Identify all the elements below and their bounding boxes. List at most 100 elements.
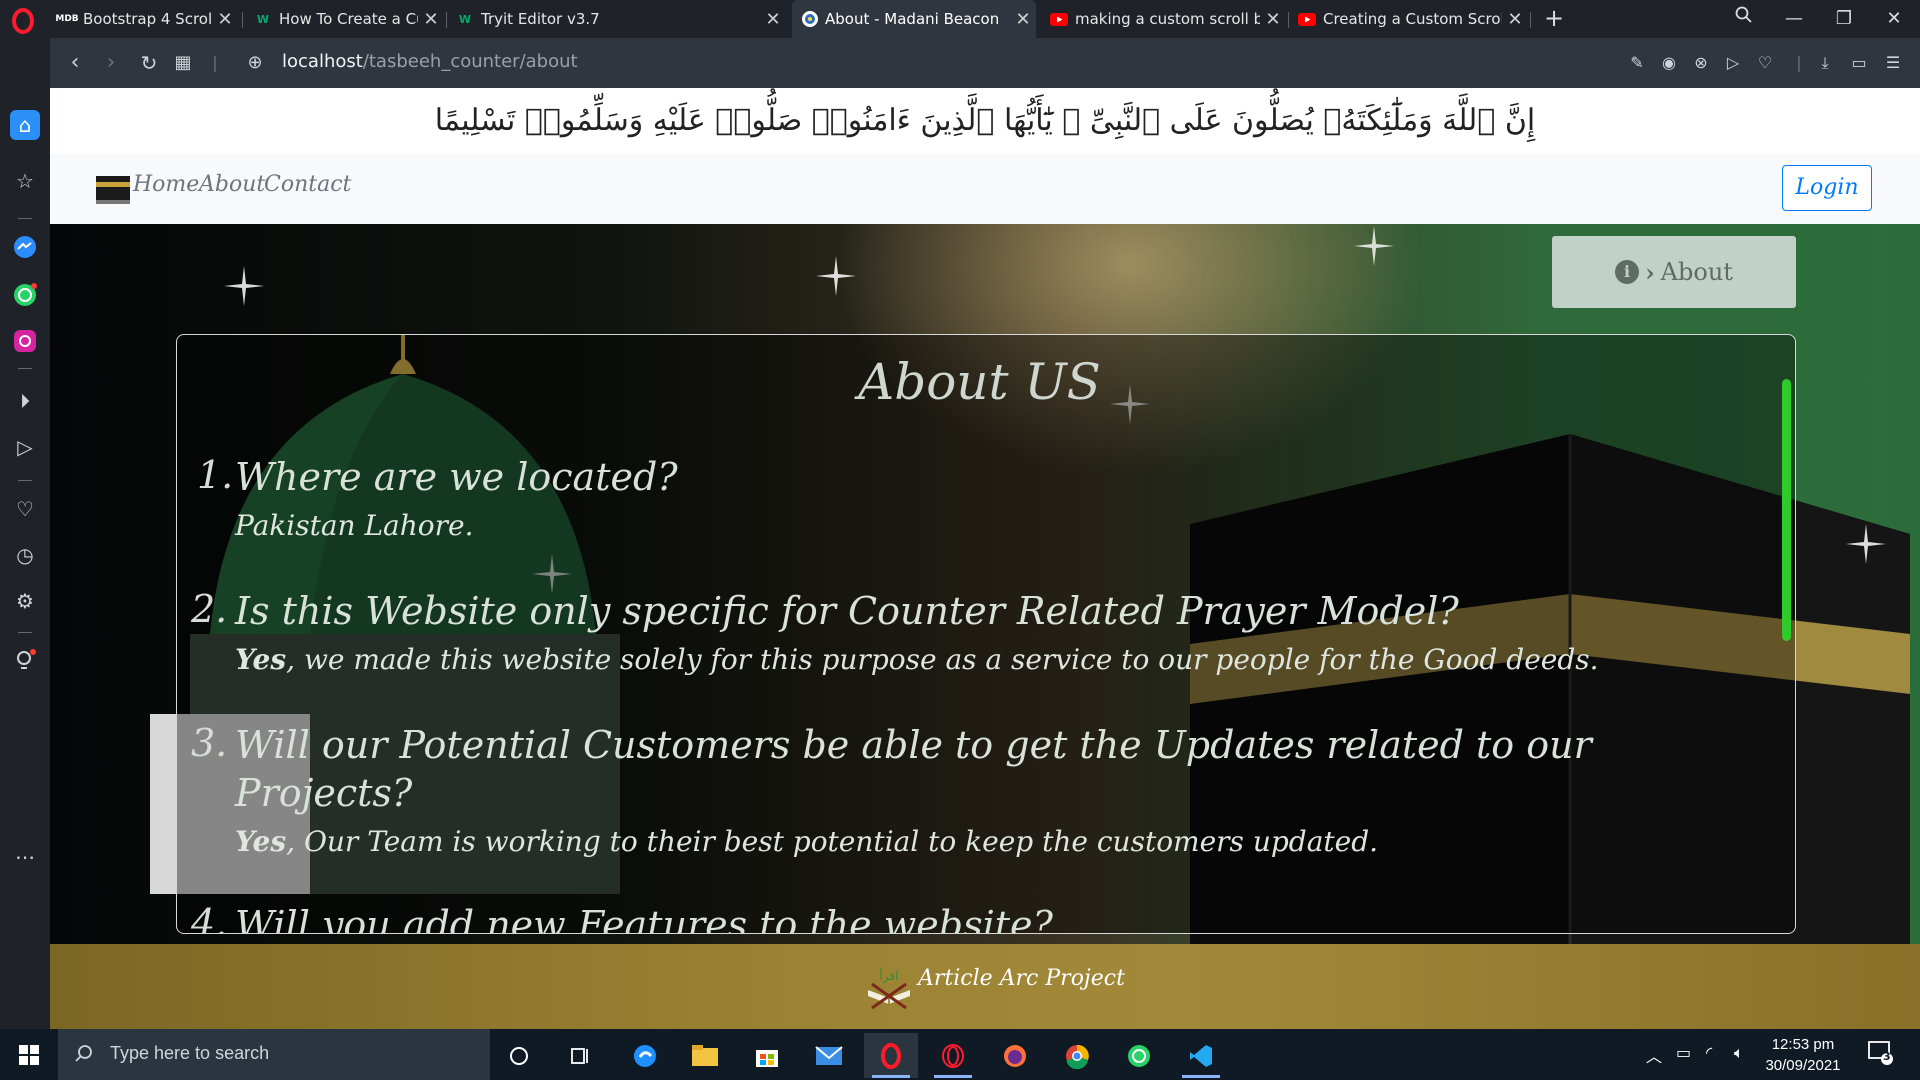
kaaba-logo-icon[interactable]	[94, 172, 132, 206]
opera-logo-icon[interactable]	[10, 8, 36, 34]
instagram-icon[interactable]	[10, 326, 40, 356]
browser-tab-strip: MDB Bootstrap 4 Scrollbar & sm ✕ W How T…	[0, 0, 1920, 38]
battery-icon[interactable]: ▭	[1676, 1043, 1691, 1062]
divider: |	[212, 53, 218, 72]
whatsapp-desktop-icon[interactable]	[1112, 1033, 1166, 1078]
faq-item: 2. Is this Website only specific for Cou…	[177, 587, 1677, 687]
close-icon[interactable]: ✕	[212, 9, 238, 30]
new-tab-plus-icon[interactable]: +	[1540, 4, 1568, 34]
tab-custom-scrollbar-w3[interactable]: W How To Create a Custom Sc ✕	[244, 0, 444, 38]
faq-scroll-area[interactable]: About US 1. Where are we located? Pakist…	[177, 335, 1782, 934]
opera-sidebar: ⌂ ☆ ⏵ ▷ ♡ ◷ ⚙ ⋯	[0, 38, 50, 1029]
faq-number: 4.	[191, 901, 228, 934]
firefox-icon[interactable]	[988, 1033, 1042, 1078]
notifications-icon[interactable]: 3	[1868, 1041, 1894, 1069]
taskbar-search-box[interactable]: Type here to search	[58, 1029, 490, 1080]
nav-home-link[interactable]: Home	[133, 172, 199, 197]
edge-icon[interactable]	[618, 1033, 672, 1078]
back-icon[interactable]: ‹	[60, 48, 90, 78]
svg-text:اقرأ: اقرأ	[879, 968, 898, 984]
nav-contact-link[interactable]: Contact	[264, 172, 351, 197]
site-footer: اقرأ Article Arc Project	[50, 944, 1920, 1029]
windows-start-icon[interactable]	[0, 1029, 58, 1080]
bookmarks-heart-icon[interactable]: ♡	[10, 494, 40, 524]
messenger-icon[interactable]	[10, 232, 40, 262]
ad-blocker-icon[interactable]: ⊗	[1688, 50, 1714, 76]
tab-title: Bootstrap 4 Scrollbar & sm	[83, 10, 212, 28]
faq-number: 1.	[197, 453, 234, 497]
battery-saver-icon[interactable]: ▭	[1846, 50, 1872, 76]
wifi-icon[interactable]: ◜	[1706, 1043, 1712, 1062]
close-window-icon[interactable]: ✕	[1874, 4, 1914, 34]
clock-time: 12:53 pm	[1771, 1036, 1835, 1053]
mail-icon[interactable]	[802, 1033, 856, 1078]
close-icon[interactable]: ✕	[1010, 9, 1036, 30]
minimize-icon[interactable]: —	[1774, 4, 1814, 34]
address-bar: ‹ › ↻ ▦ | ⊕ localhost/tasbeeh_counter/ab…	[50, 38, 1920, 88]
chrome-icon[interactable]	[1050, 1033, 1104, 1078]
tab-tryit-editor[interactable]: W Tryit Editor v3.7 ✕	[446, 0, 786, 38]
notification-count: 3	[1883, 1050, 1891, 1063]
more-options-icon[interactable]: ⋯	[10, 842, 40, 872]
nav-about-link[interactable]: About	[199, 172, 265, 197]
close-icon[interactable]: ✕	[1260, 9, 1286, 30]
tab-about-madani-beacon[interactable]: About - Madani Beacon ✕	[792, 0, 1036, 38]
speed-dial-star-icon[interactable]: ☆	[10, 166, 40, 196]
tab-separator	[1530, 12, 1531, 28]
tab-bootstrap-scrollbar[interactable]: MDB Bootstrap 4 Scrollbar & sm ✕	[48, 0, 238, 38]
opera-taskbar-icon[interactable]	[864, 1033, 918, 1078]
close-icon[interactable]: ✕	[1502, 9, 1528, 30]
sparkle-decoration	[224, 266, 264, 306]
forward-icon[interactable]: ›	[96, 48, 126, 78]
sidebar-divider	[18, 368, 32, 369]
snapshot-camera-icon[interactable]: ◉	[1656, 50, 1682, 76]
show-hidden-icons-chevron-icon[interactable]: ︿	[1646, 1043, 1662, 1067]
mdb-favicon-icon: MDB	[55, 14, 79, 24]
footer-project-name: Article Arc Project	[918, 966, 1125, 991]
send-to-icon[interactable]: ✎	[1624, 50, 1650, 76]
download-icon[interactable]: ⤓	[1812, 50, 1838, 76]
tab-youtube-custom-scroll-bar[interactable]: making a custom scroll bar ✕	[1040, 0, 1286, 38]
settings-gear-icon[interactable]: ⚙	[10, 586, 40, 616]
restore-window-icon[interactable]: ❐	[1824, 4, 1864, 34]
microsoft-store-icon[interactable]	[740, 1033, 794, 1078]
about-us-card[interactable]: About US 1. Where are we located? Pakist…	[176, 334, 1796, 934]
bookmark-heart-icon[interactable]: ♡	[1752, 50, 1778, 76]
player-icon[interactable]: ⏵	[10, 386, 40, 416]
faq-item: 4. Will you add new Features to the webs…	[177, 901, 1677, 934]
vscode-icon[interactable]	[1174, 1033, 1228, 1078]
speed-dial-grid-icon[interactable]: ▦	[168, 48, 198, 78]
close-icon[interactable]: ✕	[418, 9, 444, 30]
search-tabs-icon[interactable]	[1724, 4, 1764, 34]
faq-number: 3.	[191, 721, 228, 765]
tips-lightbulb-icon[interactable]	[10, 646, 40, 676]
url-field[interactable]: localhost/tasbeeh_counter/about	[282, 51, 578, 72]
reload-icon[interactable]: ↻	[134, 48, 164, 78]
youtube-icon	[1298, 11, 1316, 27]
site-info-globe-icon[interactable]: ⊕	[240, 48, 270, 78]
clock-date: 30/09/2021	[1765, 1057, 1841, 1074]
tab-youtube-creating-scrollbar[interactable]: Creating a Custom Scrollba ✕	[1288, 0, 1528, 38]
easy-setup-icon[interactable]: ☰	[1880, 50, 1906, 76]
flow-send-icon[interactable]: ▷	[1720, 50, 1746, 76]
history-clock-icon[interactable]: ◷	[10, 540, 40, 570]
file-explorer-icon[interactable]	[678, 1033, 732, 1078]
faq-number: 2.	[191, 587, 228, 631]
cortana-icon[interactable]	[492, 1033, 546, 1078]
login-button[interactable]: Login	[1782, 165, 1872, 211]
sparkle-decoration	[1846, 524, 1886, 564]
clock[interactable]: 12:53 pm 30/09/2021	[1760, 1034, 1846, 1076]
faq-question: Will our Potential Customers be able to …	[235, 723, 1592, 815]
volume-icon[interactable]: 🔈︎	[1734, 1043, 1744, 1063]
opera-gx-icon[interactable]	[926, 1033, 980, 1078]
flow-send-icon[interactable]: ▷	[10, 432, 40, 462]
whatsapp-icon[interactable]	[10, 280, 40, 310]
sparkle-decoration	[816, 256, 856, 296]
about-breadcrumb-badge: i › About	[1552, 236, 1796, 308]
close-icon[interactable]: ✕	[760, 9, 786, 30]
url-path: /tasbeeh_counter/about	[362, 51, 578, 72]
home-icon[interactable]: ⌂	[10, 110, 40, 140]
faq-answer: Yes, Our Team is working to their best p…	[235, 825, 1379, 858]
task-view-icon[interactable]	[554, 1033, 608, 1078]
custom-scrollbar-thumb[interactable]	[1782, 379, 1791, 641]
